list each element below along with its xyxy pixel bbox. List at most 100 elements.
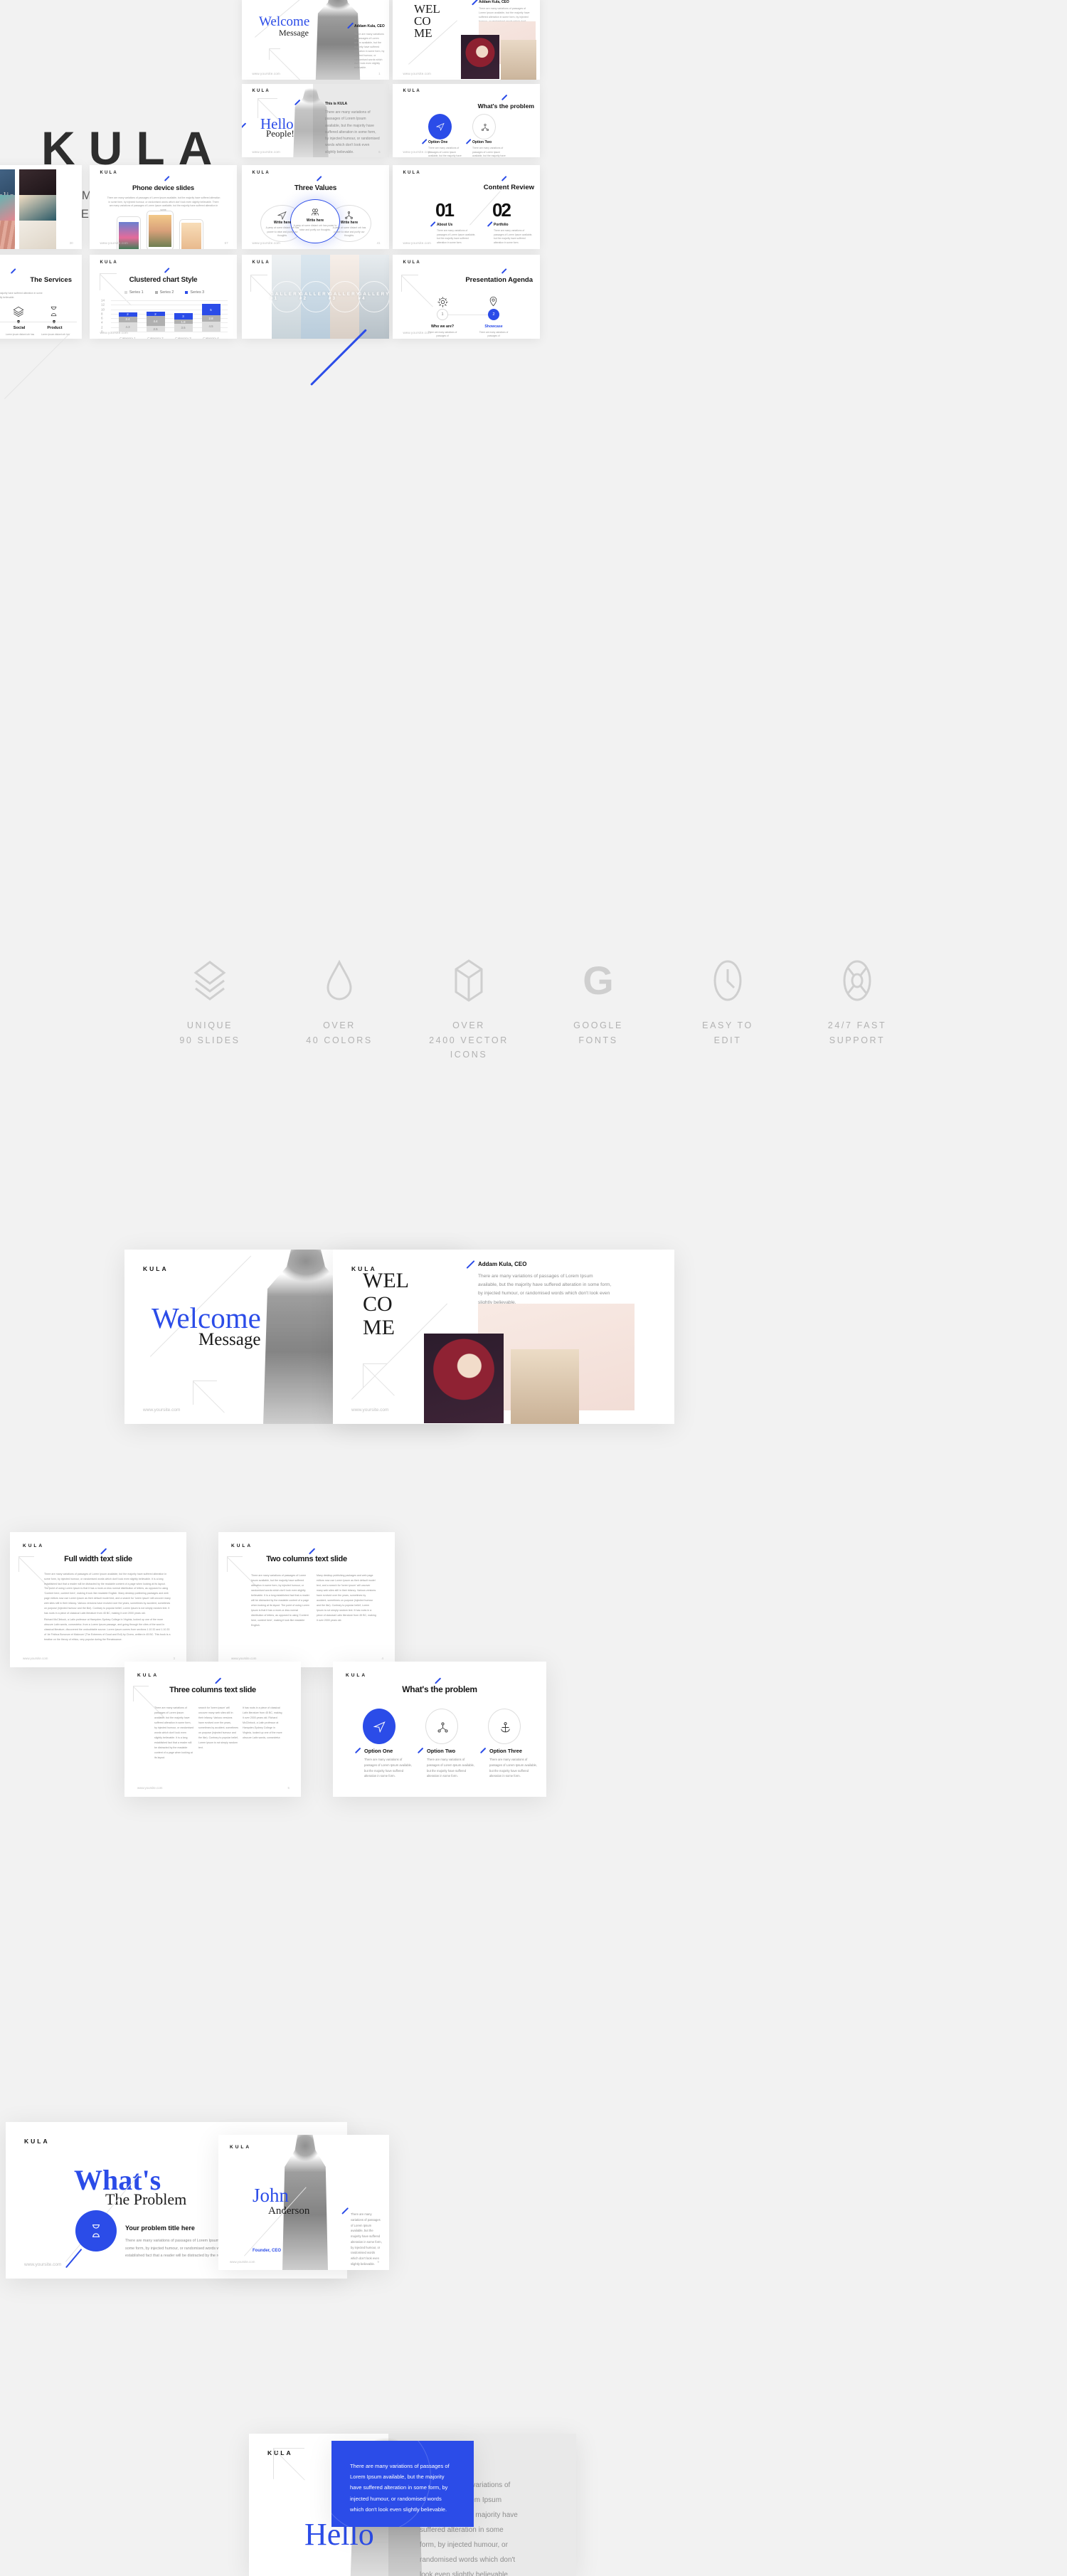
- gallery-strip-3[interactable]: GALLERY #3: [329, 255, 361, 339]
- thumb-presentation[interactable]: KULA Presentation Agenda 1 2 Who we are?…: [393, 255, 540, 339]
- slide-threecol-page: 5: [287, 1786, 290, 1790]
- slide-twocol-mark: KULA: [231, 1543, 253, 1548]
- feature-label: 24/7 FAST SUPPORT: [792, 1018, 922, 1047]
- gallery-strip-1[interactable]: GALLERY #1: [270, 255, 302, 339]
- decor-tick: [435, 1677, 441, 1684]
- thumb-review-mark: KULA: [403, 171, 421, 176]
- features-section: UNIQUE 90 SLIDES OVER 40 COLORS OVER 240…: [0, 943, 1067, 1128]
- decor-circle: [331, 2441, 431, 2527]
- bar-group: 5 2.8 4.5: [201, 300, 221, 332]
- thumb-hello-footer: www.yoursite.com: [252, 149, 280, 154]
- feature-label-line1: GOOGLE: [573, 1020, 623, 1030]
- thumb-problem-opt2-label: Option Two: [472, 140, 492, 144]
- thumb-chart-title: Clustered chart Style: [129, 276, 198, 284]
- slide-stack-image-portrait: [424, 1334, 504, 1423]
- thumb-stack-line3: ME: [414, 26, 432, 40]
- thumb-chart[interactable]: KULA Clustered chart Style Series 1 Seri…: [90, 255, 237, 339]
- slide-fullwidth-p2: The point of using Lorem Ipsum is that i…: [44, 1587, 171, 1615]
- slide-stack-footer: www.yoursite.com: [351, 1408, 389, 1413]
- legend-item-0: Series 1: [124, 290, 144, 295]
- slide-twocol-col2: Many desktop publishing packages and web…: [317, 1574, 376, 1622]
- problem-circle-1: [363, 1709, 396, 1744]
- slide-stack-author: Addam Kula, CEO: [478, 1261, 527, 1267]
- feature-label-line1: OVER: [452, 1020, 485, 1030]
- thumb-three-values[interactable]: KULA Three Values Write here Write here …: [242, 165, 389, 249]
- users-icon: [311, 208, 319, 216]
- slide-problembig-mark: KULA: [346, 1673, 368, 1678]
- slide-blue-panel[interactable]: There are many variations of passages of…: [331, 2441, 474, 2527]
- chart-plot: 14 12 10 8 6 4 2 0 2 2.4 4.3 2 4.4 2.5 3…: [101, 299, 228, 339]
- droplet-icon: [275, 959, 404, 1003]
- layers-icon: [13, 306, 24, 317]
- feature-label-line1: UNIQUE: [186, 1020, 233, 1030]
- feature-google-fonts: G GOOGLE FONTS: [534, 959, 663, 1062]
- portfolio-img-6: [19, 195, 56, 223]
- slide-problembig-title: What's the problem: [402, 1684, 477, 1694]
- thumb-welcome[interactable]: Welcome Message Addam Kula, CEO There ar…: [242, 0, 389, 80]
- problem-circle-3: [488, 1709, 521, 1744]
- slide-problem-big[interactable]: KULA What's the problem Option One Optio…: [333, 1662, 546, 1797]
- step-dot-1[interactable]: 1: [437, 309, 448, 320]
- decor-tick: [309, 1548, 315, 1555]
- decor-tick: [479, 1747, 487, 1753]
- thumb-phone[interactable]: KULA Phone device slides There are many …: [90, 165, 237, 249]
- slide-stack-line3: ME: [363, 1316, 395, 1339]
- thumb-stack-author: Addam Kula, CEO: [479, 0, 509, 4]
- gallery-strip-4[interactable]: GALLERY #4: [358, 255, 389, 339]
- thumb-hello-mark: KULA: [252, 89, 270, 94]
- slide-welcome-title: Welcome: [152, 1302, 261, 1334]
- thumb-welcome-author: Addam Kula, CEO: [354, 24, 385, 28]
- thumb-hello[interactable]: KULA Hello People! This is KULA There ar…: [242, 84, 389, 157]
- feature-unique-slides: UNIQUE 90 SLIDES: [145, 959, 275, 1062]
- slide-welcome-mark: KULA: [143, 1265, 169, 1272]
- thumb-gallery[interactable]: KULA GALLERY #1 GALLERY #2 GALLERY #3 GA…: [242, 255, 389, 339]
- decor-tick: [466, 1260, 475, 1269]
- slide-john-subtitle: Anderson: [268, 2205, 310, 2217]
- slide-whats-mark: KULA: [24, 2138, 50, 2145]
- thumb-phone-mark: KULA: [100, 171, 118, 176]
- decor-tick: [417, 1747, 424, 1753]
- slide-whats-footer: www.yoursite.com: [24, 2262, 62, 2267]
- feature-support: 24/7 FAST SUPPORT: [792, 959, 922, 1062]
- slide-full-width-text[interactable]: KULA Full width text slide There are man…: [10, 1532, 186, 1667]
- chart-legend: Series 1 Series 2 Series 3: [101, 290, 228, 295]
- services-body-1: Lorem ipsum distant orb has: [5, 333, 35, 336]
- services-label-1: Social: [13, 326, 26, 330]
- feature-label-line2: 2400 VECTOR: [429, 1035, 509, 1045]
- slide-whats-sublabel: Your problem title here: [125, 2224, 195, 2232]
- slide-john-anderson[interactable]: KULA John Anderson There are many variat…: [218, 2135, 389, 2270]
- thumb-stack-line2: CO: [414, 14, 431, 28]
- review-label-2: Portfolio: [494, 223, 509, 227]
- slide-fullwidth-page: 3: [173, 1657, 175, 1660]
- slide-twocol-col1: There are many variations of passages of…: [251, 1574, 309, 1627]
- thumb-portfolio[interactable]: Our Portfolio gallery 30: [0, 165, 82, 249]
- slide-threecol-col1: There are many variations of passages of…: [154, 1706, 194, 1759]
- thumb-content-review[interactable]: KULA Content Review 01 02 About Us Portf…: [393, 165, 540, 249]
- cube-icon: [404, 959, 534, 1003]
- review-body-1: There are many variations of passages of…: [437, 229, 476, 244]
- slide-threecol-mark: KULA: [137, 1673, 159, 1678]
- thumb-hello-body: There are many variations of passages of…: [325, 110, 380, 154]
- phone-device-center: [147, 211, 174, 249]
- slide-threecol-footer: www.yoursite.com: [137, 1786, 163, 1790]
- decor-tick: [354, 1747, 361, 1753]
- thumb-services[interactable]: The Services There are many variations o…: [0, 255, 82, 339]
- gallery-strip-2[interactable]: GALLERY #2: [299, 255, 332, 339]
- portfolio-img-3: [19, 169, 56, 198]
- slide-two-columns-text[interactable]: KULA Two columns text slide There are ma…: [218, 1532, 395, 1667]
- problem-opt2-body: There are many variations of passages of…: [427, 1758, 475, 1778]
- thumb-stack-image-portrait: [461, 35, 499, 79]
- thumb-welcome-stack[interactable]: WEL CO ME Addam Kula, CEO There are many…: [393, 0, 540, 80]
- slide-three-columns-text[interactable]: KULA Three columns text slide There are …: [124, 1662, 301, 1797]
- thumb-problem[interactable]: KULA What's the problem Option One Optio…: [393, 84, 540, 157]
- present-label-1: Who we are?: [431, 324, 454, 329]
- features-row: UNIQUE 90 SLIDES OVER 40 COLORS OVER 240…: [0, 943, 1067, 1062]
- thumb-phone-title: Phone device slides: [132, 184, 195, 192]
- review-num-1: 01: [435, 199, 455, 221]
- slide-welcome-stack[interactable]: KULA WEL CO ME Addam Kula, CEO There are…: [333, 1250, 674, 1424]
- feature-label-line1: EASY TO: [702, 1020, 753, 1030]
- step-dot-2[interactable]: 2: [488, 309, 499, 320]
- feature-label: EASY TO EDIT: [663, 1018, 792, 1047]
- thumb-problem-circle-1: [428, 114, 452, 139]
- gallery-label: GALLERY #2: [299, 292, 332, 301]
